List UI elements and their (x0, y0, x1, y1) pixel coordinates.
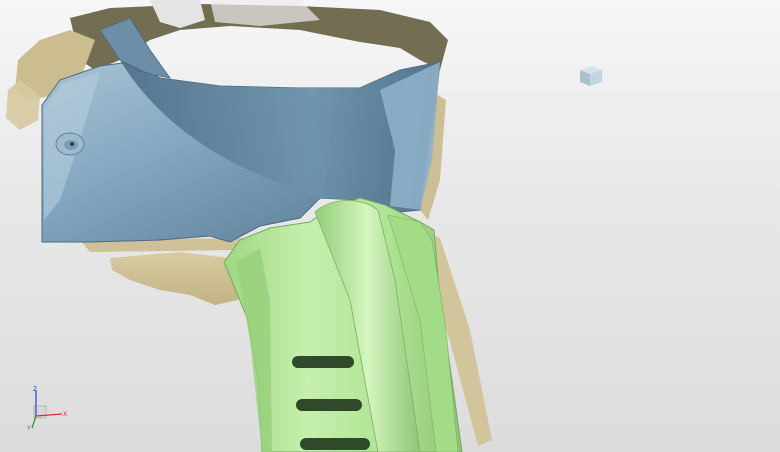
z-axis-label: Z (33, 386, 37, 393)
grip-slot (296, 399, 362, 411)
model-scene[interactable] (0, 0, 780, 452)
screw-boss[interactable] (55, 132, 85, 156)
grip-slot (300, 438, 370, 450)
coordinate-triad-icon: X Z Y (24, 384, 72, 432)
x-axis-label: X (63, 411, 67, 418)
3d-viewport[interactable]: X Z Y (0, 0, 780, 452)
grip-slot (292, 356, 354, 368)
grip-part[interactable] (223, 197, 463, 452)
cube-icon[interactable] (580, 66, 602, 86)
y-axis-label: Y (26, 425, 31, 432)
